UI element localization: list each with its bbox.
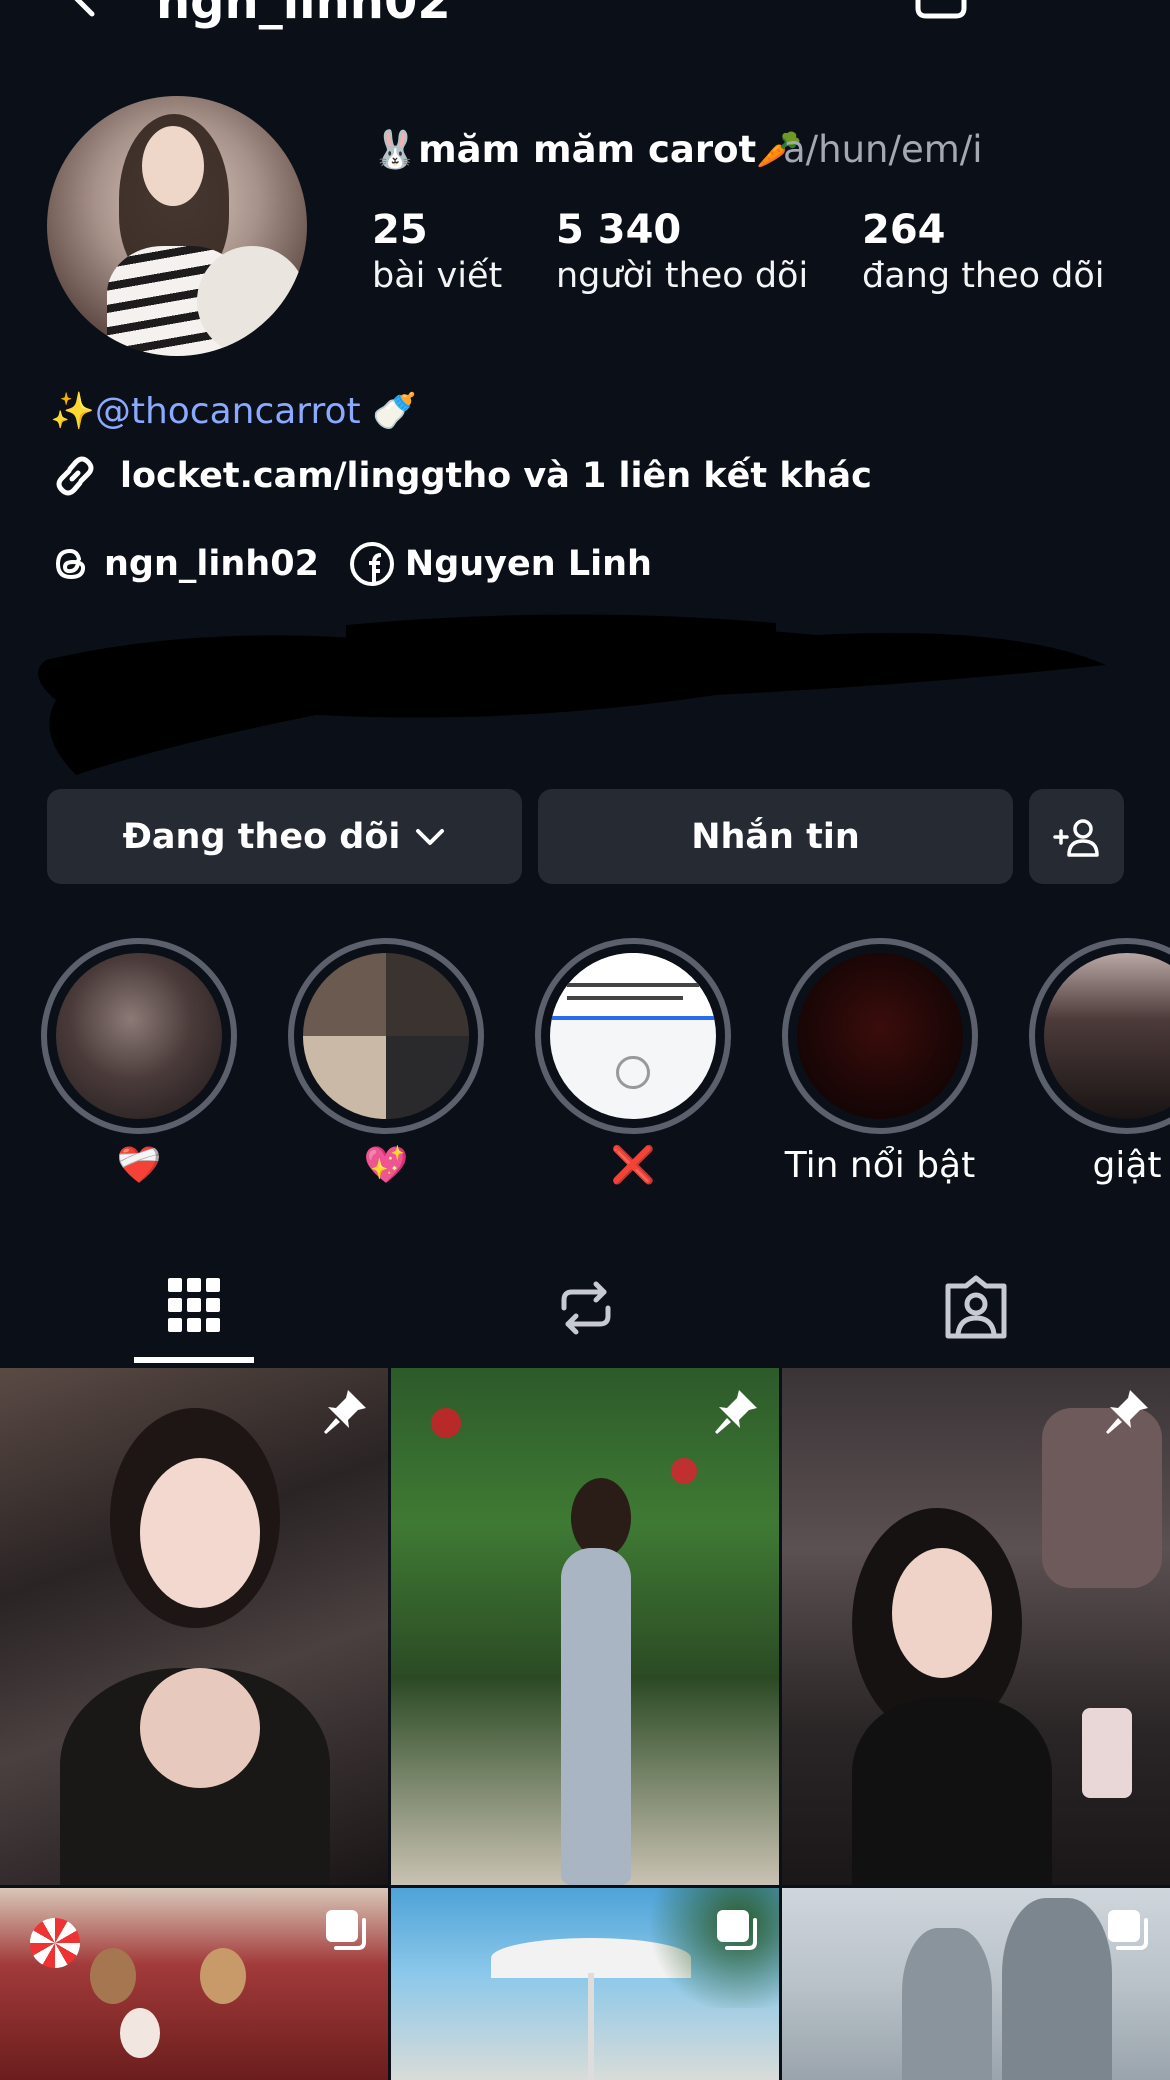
stat-following-value: 264: [862, 207, 946, 253]
post-tile-3[interactable]: [782, 1368, 1170, 1885]
facebook-name[interactable]: Nguyen Linh: [405, 544, 652, 584]
add-user-icon: [1052, 818, 1099, 857]
highlight-ring: [535, 938, 731, 1134]
highlight-1[interactable]: ❤️‍🩹: [41, 938, 237, 1190]
following-button[interactable]: Đang theo dõi: [47, 789, 522, 884]
profile-avatar[interactable]: [47, 96, 307, 356]
highlight-ring: [288, 938, 484, 1134]
bio-line: ✨@thocancarrot 🍼: [50, 390, 417, 434]
reels-repost-icon[interactable]: [556, 1278, 616, 1338]
suggested-users-button[interactable]: [1029, 789, 1124, 884]
pin-icon: [1106, 1390, 1148, 1434]
highlight-ring: [782, 938, 978, 1134]
highlight-cover: [797, 953, 963, 1119]
top-bar: ngn_linh02: [0, 0, 1170, 30]
bio-link[interactable]: locket.cam/linggtho và 1 liên kết khác: [48, 448, 872, 504]
multiple-photos-icon: [326, 1910, 366, 1950]
highlight-cover: [303, 953, 469, 1119]
highlight-label: ❌: [610, 1145, 656, 1186]
threads-handle[interactable]: ngn_linh02: [104, 544, 319, 584]
stat-posts-label: bài viết: [372, 256, 503, 296]
stat-following-label: đang theo dõi: [862, 256, 1105, 296]
highlight-cover: [1044, 953, 1170, 1119]
active-tab-indicator: [134, 1357, 254, 1363]
highlight-4[interactable]: Tin nổi bật: [782, 938, 978, 1190]
social-links: ngn_linh02 Nguyen Linh: [48, 536, 682, 592]
pronouns: a/hun/em/i: [783, 128, 983, 171]
grid-icon[interactable]: [166, 1272, 222, 1342]
stat-following[interactable]: 264 đang theo dõi: [862, 206, 1105, 298]
threads-icon: [55, 548, 86, 580]
pin-icon: [324, 1390, 366, 1434]
stat-followers-value: 5 340: [556, 207, 682, 253]
highlight-5[interactable]: giật: [1029, 938, 1170, 1190]
tagged-icon[interactable]: [942, 1272, 1010, 1342]
post-tile-6[interactable]: [782, 1888, 1170, 2080]
highlight-label: 💖: [363, 1145, 409, 1186]
post-tile-2[interactable]: [391, 1368, 779, 1885]
highlight-label: Tin nổi bật: [784, 1145, 976, 1186]
message-button-label: Nhắn tin: [691, 816, 860, 857]
link-icon: [56, 456, 94, 496]
redaction-scribble: [38, 614, 1106, 775]
highlight-cover: [56, 953, 222, 1119]
bottle-emoji: 🍼: [372, 391, 417, 432]
multiple-photos-icon: [1108, 1910, 1148, 1950]
post-tile-5[interactable]: [391, 1888, 779, 2080]
stat-followers[interactable]: 5 340 người theo dõi: [556, 206, 808, 298]
chevron-down-icon: [416, 828, 445, 845]
highlight-cover: [550, 953, 716, 1119]
highlight-2[interactable]: 💖: [288, 938, 484, 1190]
following-button-label: Đang theo dõi: [122, 816, 401, 857]
stat-posts[interactable]: 25 bài viết: [372, 206, 502, 298]
sparkle-emoji: ✨: [50, 391, 95, 432]
highlight-ring: [1029, 938, 1170, 1134]
chevron-left-icon[interactable]: [62, 0, 106, 18]
stat-followers-label: người theo dõi: [556, 256, 809, 296]
bio-mention-link[interactable]: @thocancarrot: [95, 391, 361, 432]
highlight-label: ❤️‍🩹: [116, 1145, 162, 1186]
highlight-ring: [41, 938, 237, 1134]
pin-icon: [715, 1390, 757, 1434]
highlight-label: giật: [1092, 1145, 1162, 1186]
multiple-photos-icon: [717, 1910, 757, 1950]
top-username[interactable]: ngn_linh02: [156, 0, 451, 26]
post-tile-4[interactable]: [0, 1888, 388, 2080]
facebook-icon: [349, 542, 394, 586]
stat-posts-value: 25: [372, 207, 428, 253]
post-tile-1[interactable]: [0, 1368, 388, 1885]
highlight-3[interactable]: ❌: [535, 938, 731, 1190]
display-name: 🐰măm măm carot🥕: [372, 128, 803, 171]
profile-tabs: [0, 1248, 1170, 1366]
bell-icon[interactable]: [910, 0, 972, 20]
link-text[interactable]: locket.cam/linggtho và 1 liên kết khác: [120, 456, 872, 496]
message-button[interactable]: Nhắn tin: [538, 789, 1013, 884]
